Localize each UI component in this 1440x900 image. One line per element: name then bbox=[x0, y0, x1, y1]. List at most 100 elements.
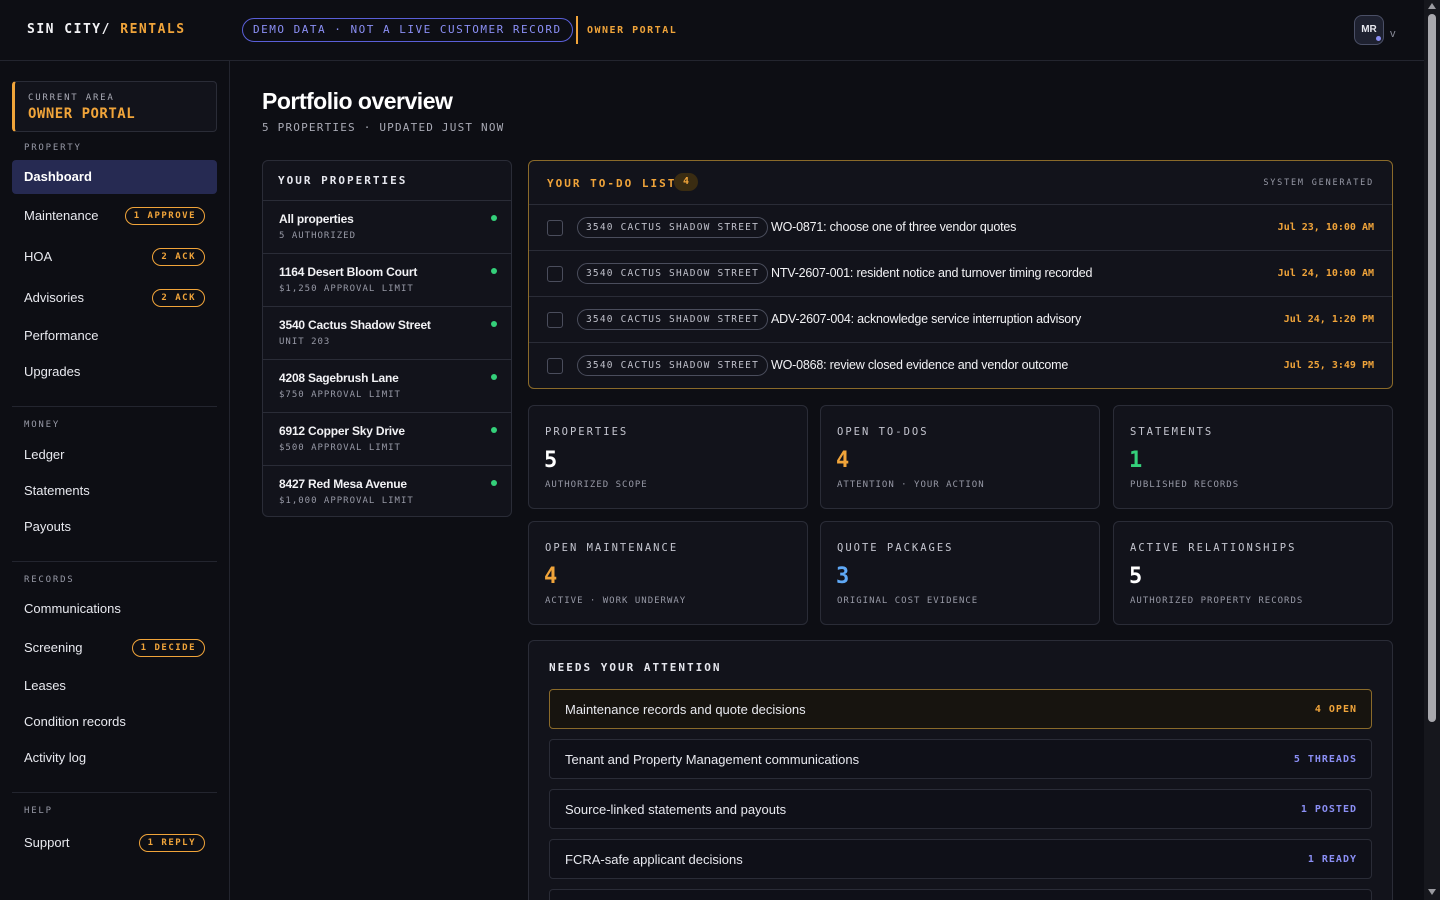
attention-item-communications[interactable]: Tenant and Property Management communica… bbox=[549, 739, 1372, 779]
sidebar-item-maintenance[interactable]: Maintenance 1 APPROVE bbox=[12, 199, 217, 233]
attention-item-maintenance[interactable]: Maintenance records and quote decisions … bbox=[549, 689, 1372, 729]
property-item-cactus-shadow[interactable]: 3540 Cactus Shadow Street UNIT 203 bbox=[263, 306, 511, 359]
attention-item-applicants[interactable]: FCRA-safe applicant decisions 1 READY bbox=[549, 839, 1372, 879]
sidebar: CURRENT AREA OWNER PORTAL PROPERTY Dashb… bbox=[0, 61, 230, 900]
section-label-records: RECORDS bbox=[24, 575, 75, 585]
stat-card-active-relationships[interactable]: ACTIVE RELATIONSHIPS 5 AUTHORIZED PROPER… bbox=[1113, 521, 1393, 625]
todo-text[interactable]: ADV-2607-004: acknowledge service interr… bbox=[771, 312, 1081, 326]
todo-item[interactable]: 3540 CACTUS SHADOW STREET NTV-2607-001: … bbox=[529, 250, 1392, 296]
current-area-card: CURRENT AREA OWNER PORTAL bbox=[12, 81, 217, 132]
stat-card-statements[interactable]: STATEMENTS 1 PUBLISHED RECORDS bbox=[1113, 405, 1393, 509]
stat-card-properties[interactable]: PROPERTIES 5 AUTHORIZED SCOPE bbox=[528, 405, 808, 509]
todo-address-chip: 3540 CACTUS SHADOW STREET bbox=[577, 355, 768, 376]
properties-panel-title: YOUR PROPERTIES bbox=[278, 174, 408, 187]
sidebar-item-advisories[interactable]: Advisories 2 ACK bbox=[12, 281, 217, 315]
sidebar-item-communications[interactable]: Communications bbox=[12, 592, 217, 626]
attention-panel-title: NEEDS YOUR ATTENTION bbox=[549, 661, 722, 674]
stat-label: OPEN TO-DOS bbox=[837, 426, 929, 438]
sidebar-item-performance[interactable]: Performance bbox=[12, 319, 217, 353]
scrollbar-thumb[interactable] bbox=[1428, 14, 1436, 722]
scroll-up-arrow-icon[interactable] bbox=[1428, 3, 1436, 9]
property-item-red-mesa[interactable]: 8427 Red Mesa Avenue $1,000 APPROVAL LIM… bbox=[263, 465, 511, 516]
sidebar-item-upgrades[interactable]: Upgrades bbox=[12, 355, 217, 389]
todo-checkbox[interactable] bbox=[547, 358, 563, 374]
attention-text: Source-linked statements and payouts bbox=[565, 802, 787, 817]
sidebar-divider bbox=[12, 792, 217, 793]
todo-text[interactable]: WO-0871: choose one of three vendor quot… bbox=[771, 220, 1016, 234]
todo-item[interactable]: 3540 CACTUS SHADOW STREET WO-0868: revie… bbox=[529, 342, 1392, 388]
attention-count: 4 OPEN bbox=[1314, 704, 1357, 715]
status-dot-icon bbox=[491, 480, 497, 486]
todo-due-date: Jul 24, 10:00 AM bbox=[1277, 268, 1374, 279]
property-item-all[interactable]: All properties 5 AUTHORIZED bbox=[263, 200, 511, 253]
attention-text: FCRA-safe applicant decisions bbox=[565, 852, 743, 867]
support-badge: 1 REPLY bbox=[138, 834, 205, 852]
sidebar-item-label: Dashboard bbox=[24, 169, 92, 184]
sidebar-item-label: Statements bbox=[24, 483, 90, 498]
brand-part-1: SIN CITY/ bbox=[27, 22, 111, 37]
stat-label: ACTIVE RELATIONSHIPS bbox=[1130, 542, 1297, 554]
stat-sub: AUTHORIZED PROPERTY RECORDS bbox=[1130, 596, 1304, 606]
todo-text[interactable]: WO-0868: review closed evidence and vend… bbox=[771, 358, 1068, 372]
brand-logo[interactable]: SIN CITY/ RENTALS bbox=[27, 22, 186, 37]
maintenance-badge: 1 APPROVE bbox=[124, 207, 205, 225]
todo-address-chip: 3540 CACTUS SHADOW STREET bbox=[577, 309, 768, 330]
todo-checkbox[interactable] bbox=[547, 220, 563, 236]
current-area-value: OWNER PORTAL bbox=[28, 106, 136, 122]
stat-value: 4 bbox=[544, 564, 558, 589]
sidebar-item-label: Support bbox=[24, 835, 70, 850]
scroll-down-arrow-icon[interactable] bbox=[1428, 889, 1436, 895]
sidebar-item-label: Maintenance bbox=[24, 208, 99, 223]
sidebar-item-label: HOA bbox=[24, 249, 53, 264]
todo-checkbox[interactable] bbox=[547, 312, 563, 328]
sidebar-item-support[interactable]: Support 1 REPLY bbox=[12, 826, 217, 860]
stat-sub: ATTENTION · YOUR ACTION bbox=[837, 480, 985, 490]
stat-sub: PUBLISHED RECORDS bbox=[1130, 480, 1240, 490]
attention-panel: NEEDS YOUR ATTENTION Maintenance records… bbox=[528, 640, 1393, 900]
properties-panel: YOUR PROPERTIES All properties 5 AUTHORI… bbox=[262, 160, 512, 517]
attention-item-statements[interactable]: Source-linked statements and payouts 1 P… bbox=[549, 789, 1372, 829]
stat-value: 5 bbox=[1129, 564, 1143, 589]
sidebar-item-activity-log[interactable]: Activity log bbox=[12, 741, 217, 775]
todo-text[interactable]: NTV-2607-001: resident notice and turnov… bbox=[771, 266, 1092, 280]
sidebar-item-label: Communications bbox=[24, 601, 121, 616]
user-menu-chevron-icon[interactable]: v bbox=[1390, 28, 1396, 40]
stat-label: OPEN MAINTENANCE bbox=[545, 542, 679, 554]
stat-card-open-todos[interactable]: OPEN TO-DOS 4 ATTENTION · YOUR ACTION bbox=[820, 405, 1100, 509]
sidebar-item-ledger[interactable]: Ledger bbox=[12, 438, 217, 472]
todo-checkbox[interactable] bbox=[547, 266, 563, 282]
property-item-sagebrush[interactable]: 4208 Sagebrush Lane $750 APPROVAL LIMIT bbox=[263, 359, 511, 412]
status-dot-icon bbox=[491, 321, 497, 327]
screening-badge: 1 DECIDE bbox=[131, 639, 205, 657]
status-dot-icon bbox=[491, 215, 497, 221]
property-name: 3540 Cactus Shadow Street bbox=[279, 318, 431, 332]
sidebar-item-label: Payouts bbox=[24, 519, 71, 534]
todo-due-date: Jul 24, 1:20 PM bbox=[1283, 314, 1374, 325]
sidebar-item-label: Screening bbox=[24, 640, 83, 655]
attention-count: 1 READY bbox=[1307, 854, 1357, 865]
stat-sub: ACTIVE · WORK UNDERWAY bbox=[545, 596, 687, 606]
sidebar-item-screening[interactable]: Screening 1 DECIDE bbox=[12, 631, 217, 665]
sidebar-item-condition-records[interactable]: Condition records bbox=[12, 705, 217, 739]
stat-card-open-maintenance[interactable]: OPEN MAINTENANCE 4 ACTIVE · WORK UNDERWA… bbox=[528, 521, 808, 625]
sidebar-item-label: Advisories bbox=[24, 290, 84, 305]
status-dot-icon bbox=[491, 427, 497, 433]
sidebar-item-statements[interactable]: Statements bbox=[12, 474, 217, 508]
sidebar-divider bbox=[12, 406, 217, 407]
todo-address-chip: 3540 CACTUS SHADOW STREET bbox=[577, 217, 768, 238]
stat-card-quote-packages[interactable]: QUOTE PACKAGES 3 ORIGINAL COST EVIDENCE bbox=[820, 521, 1100, 625]
attention-item-partial[interactable] bbox=[549, 889, 1372, 900]
property-item-copper-sky[interactable]: 6912 Copper Sky Drive $500 APPROVAL LIMI… bbox=[263, 412, 511, 465]
todo-item[interactable]: 3540 CACTUS SHADOW STREET ADV-2607-004: … bbox=[529, 296, 1392, 342]
sidebar-item-dashboard[interactable]: Dashboard bbox=[12, 160, 217, 194]
sidebar-item-label: Ledger bbox=[24, 447, 65, 462]
todo-item[interactable]: 3540 CACTUS SHADOW STREET WO-0871: choos… bbox=[529, 204, 1392, 250]
sidebar-item-hoa[interactable]: HOA 2 ACK bbox=[12, 240, 217, 274]
sidebar-item-payouts[interactable]: Payouts bbox=[12, 510, 217, 544]
header-divider bbox=[576, 16, 578, 44]
stat-sub: AUTHORIZED SCOPE bbox=[545, 480, 648, 490]
sidebar-item-label: Performance bbox=[24, 328, 99, 343]
hoa-badge: 2 ACK bbox=[152, 248, 205, 266]
sidebar-item-leases[interactable]: Leases bbox=[12, 669, 217, 703]
property-item-desert-bloom[interactable]: 1164 Desert Bloom Court $1,250 APPROVAL … bbox=[263, 253, 511, 306]
